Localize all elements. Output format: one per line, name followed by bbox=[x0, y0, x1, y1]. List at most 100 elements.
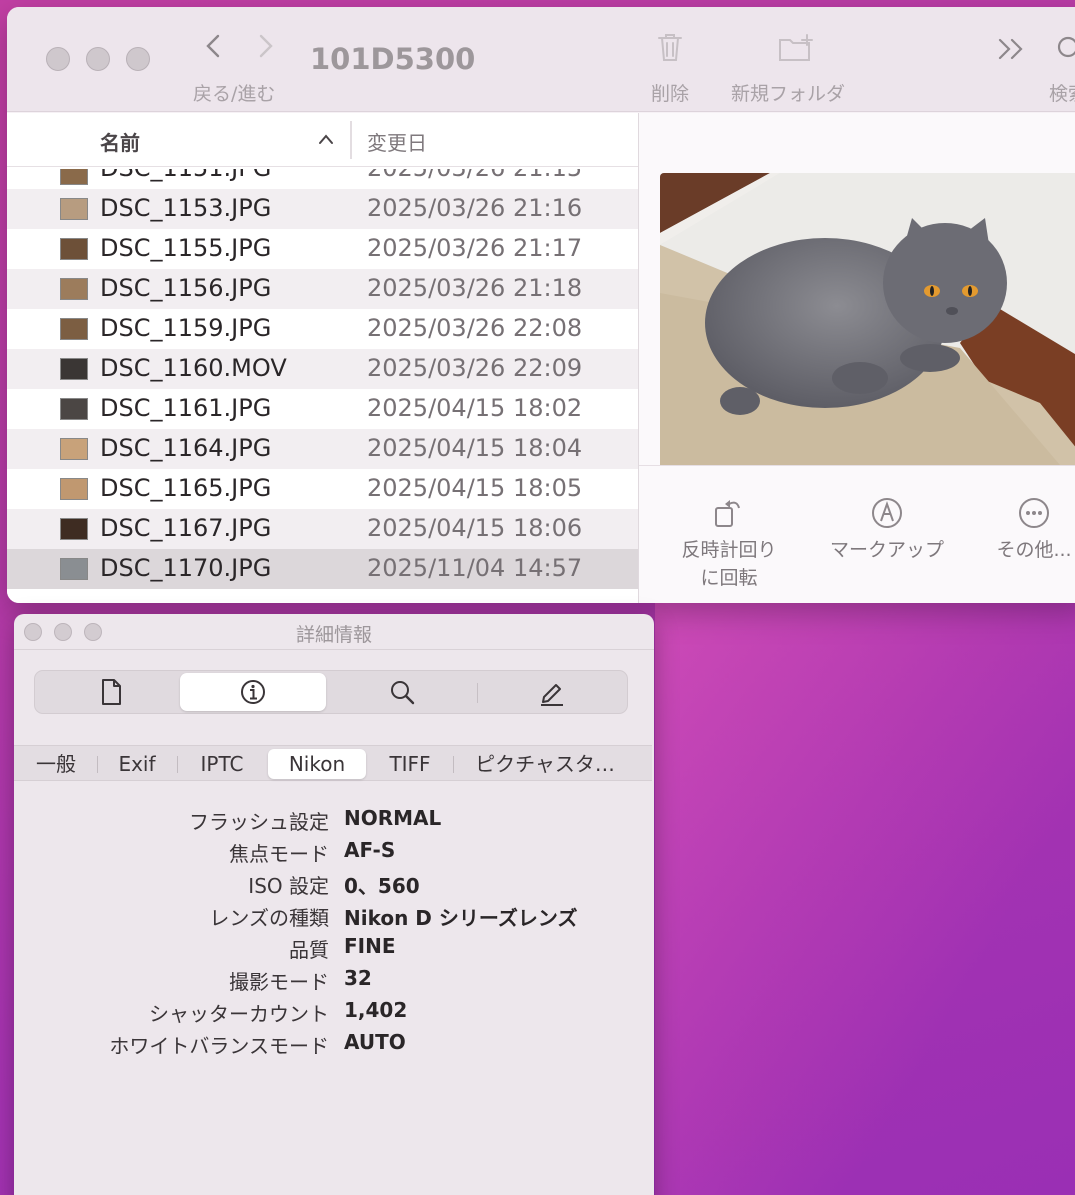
file-thumbnail-icon bbox=[60, 358, 88, 380]
file-thumbnail-icon bbox=[60, 478, 88, 500]
more-label: その他... bbox=[996, 539, 1072, 561]
chevron-double-right-icon[interactable] bbox=[997, 37, 1027, 65]
file-date: 2025/03/26 21:17 bbox=[367, 234, 583, 262]
file-row[interactable]: DSC_1153.JPG 2025/03/26 21:16 bbox=[7, 189, 638, 229]
file-row[interactable]: DSC_1161.JPG 2025/04/15 18:02 bbox=[7, 389, 638, 429]
tab-general[interactable]: 一般 bbox=[22, 749, 90, 779]
trash-icon[interactable] bbox=[655, 31, 685, 67]
tab-tiff[interactable]: TIFF bbox=[374, 749, 446, 779]
file-date: 2025/03/26 21:18 bbox=[367, 274, 583, 302]
file-date: 2025/03/26 22:08 bbox=[367, 314, 583, 342]
property-value: NORMAL bbox=[344, 806, 442, 830]
back-icon[interactable] bbox=[205, 33, 221, 66]
column-header-date[interactable]: 変更日 bbox=[367, 127, 427, 156]
tab-picture-style[interactable]: ピクチャスタ… bbox=[460, 749, 630, 779]
file-row[interactable]: DSC_1167.JPG 2025/04/15 18:06 bbox=[7, 509, 638, 549]
minimize-button[interactable] bbox=[86, 47, 110, 71]
markup-button[interactable]: マークアップ bbox=[817, 496, 957, 564]
cat-photo-preview bbox=[660, 173, 1075, 465]
file-name: DSC_1164.JPG bbox=[100, 434, 272, 462]
file-date: 2025/04/15 18:06 bbox=[367, 514, 583, 542]
delete-label: 削除 bbox=[651, 83, 690, 105]
search-icon[interactable] bbox=[1055, 35, 1075, 65]
markup-icon bbox=[872, 498, 902, 528]
file-row[interactable]: DSC_1170.JPG 2025/11/04 14:57 bbox=[7, 549, 638, 589]
file-date: 2025/03/26 22:09 bbox=[367, 354, 583, 382]
property-key: シャッターカウント bbox=[149, 1002, 329, 1026]
new-folder-icon[interactable] bbox=[777, 33, 815, 67]
file-name: DSC_1151.JPG bbox=[100, 169, 271, 182]
column-header-name[interactable]: 名前 bbox=[100, 127, 140, 156]
window-title: 101D5300 bbox=[310, 42, 476, 76]
file-name: DSC_1161.JPG bbox=[100, 394, 272, 422]
file-list: 名前 変更日 DSC_1151.JPG2025/03/26 21:15DSC_1… bbox=[7, 113, 638, 603]
file-name: DSC_1165.JPG bbox=[100, 474, 272, 502]
desktop-wallpaper bbox=[655, 600, 1075, 1195]
property-key: レンズの種類 bbox=[209, 906, 329, 930]
zoom-button[interactable] bbox=[126, 47, 150, 71]
file-thumbnail-icon bbox=[60, 278, 88, 300]
segment-separator bbox=[477, 683, 478, 703]
finder-window: 戻る/進む 101D5300 削除 新規フォルダ 検索 名前 変更日 DSC_1… bbox=[7, 7, 1075, 603]
info-icon bbox=[241, 680, 265, 704]
file-thumbnail-icon bbox=[60, 558, 88, 580]
file-row[interactable]: DSC_1165.JPG 2025/04/15 18:05 bbox=[7, 469, 638, 509]
file-thumbnail-icon bbox=[60, 438, 88, 460]
pencil-icon bbox=[541, 684, 563, 706]
file-name: DSC_1167.JPG bbox=[100, 514, 272, 542]
file-row[interactable]: DSC_1155.JPG 2025/03/26 21:17 bbox=[7, 229, 638, 269]
rotate-left-icon bbox=[715, 500, 740, 527]
file-info-segment[interactable] bbox=[38, 673, 184, 711]
property-row: シャッターカウント 1,402 bbox=[14, 996, 652, 1028]
search-label: 検索 bbox=[1049, 83, 1075, 105]
property-key: ISO 設定 bbox=[248, 874, 329, 898]
property-value: FINE bbox=[344, 934, 396, 958]
annotate-segment[interactable] bbox=[479, 673, 625, 711]
file-row[interactable]: DSC_1159.JPG 2025/03/26 22:08 bbox=[7, 309, 638, 349]
file-row[interactable]: DSC_1156.JPG 2025/03/26 21:18 bbox=[7, 269, 638, 309]
file-rows: DSC_1151.JPG 2025/03/26 21:15 DSC_1153.JPG… bbox=[7, 169, 638, 589]
ellipsis-icon bbox=[1019, 498, 1049, 528]
info-segment[interactable] bbox=[180, 673, 326, 711]
tab-nikon[interactable]: Nikon bbox=[268, 749, 366, 779]
column-separator[interactable] bbox=[350, 121, 352, 159]
document-icon bbox=[102, 679, 121, 705]
file-date: 2025/04/15 18:04 bbox=[367, 434, 583, 462]
property-row: 品質 FINE bbox=[14, 932, 652, 964]
property-value: 1,402 bbox=[344, 998, 408, 1022]
markup-label: マークアップ bbox=[829, 539, 944, 561]
property-row: レンズの種類 Nikon D シリーズレンズ bbox=[14, 900, 652, 932]
file-thumbnail-icon bbox=[60, 238, 88, 260]
close-button[interactable] bbox=[46, 47, 70, 71]
property-row: 焦点モード AF-S bbox=[14, 836, 652, 868]
file-name: DSC_1155.JPG bbox=[100, 234, 272, 262]
forward-icon[interactable] bbox=[258, 33, 274, 66]
rotate-left-label-2: に回転 bbox=[700, 567, 758, 589]
search-segment[interactable] bbox=[329, 673, 475, 711]
property-key: 品質 bbox=[289, 938, 329, 962]
file-thumbnail-icon bbox=[60, 198, 88, 220]
file-date: 2025/11/04 14:57 bbox=[367, 554, 583, 582]
file-row[interactable]: DSC_1164.JPG 2025/04/15 18:04 bbox=[7, 429, 638, 469]
inspector-segmented-control bbox=[34, 670, 628, 714]
file-thumbnail-icon bbox=[60, 518, 88, 540]
property-key: 焦点モード bbox=[229, 842, 329, 866]
tab-separator bbox=[453, 756, 454, 773]
file-date: 2025/03/26 21:15 bbox=[367, 169, 582, 182]
sort-ascending-icon[interactable] bbox=[318, 130, 334, 149]
rotate-left-button[interactable]: 反時計回り に回転 bbox=[669, 496, 789, 592]
property-row: ISO 設定 0、560 bbox=[14, 868, 652, 900]
info-titlebar: 詳細情報 bbox=[14, 614, 654, 650]
file-name: DSC_1170.JPG bbox=[100, 554, 272, 582]
file-name: DSC_1153.JPG bbox=[100, 194, 272, 222]
file-thumbnail-icon bbox=[60, 398, 88, 420]
more-button[interactable]: その他... bbox=[979, 496, 1075, 564]
file-row[interactable]: DSC_1160.MOV 2025/03/26 22:09 bbox=[7, 349, 638, 389]
list-header: 名前 変更日 bbox=[7, 113, 638, 167]
preview-actions: 反時計回り に回転 マークアップ その他... bbox=[639, 465, 1075, 603]
file-name: DSC_1159.JPG bbox=[100, 314, 272, 342]
tab-iptc[interactable]: IPTC bbox=[184, 749, 260, 779]
file-row[interactable]: DSC_1151.JPG 2025/03/26 21:15 bbox=[7, 169, 638, 189]
tab-exif[interactable]: Exif bbox=[104, 749, 170, 779]
property-key: ホワイトバランスモード bbox=[109, 1034, 329, 1058]
